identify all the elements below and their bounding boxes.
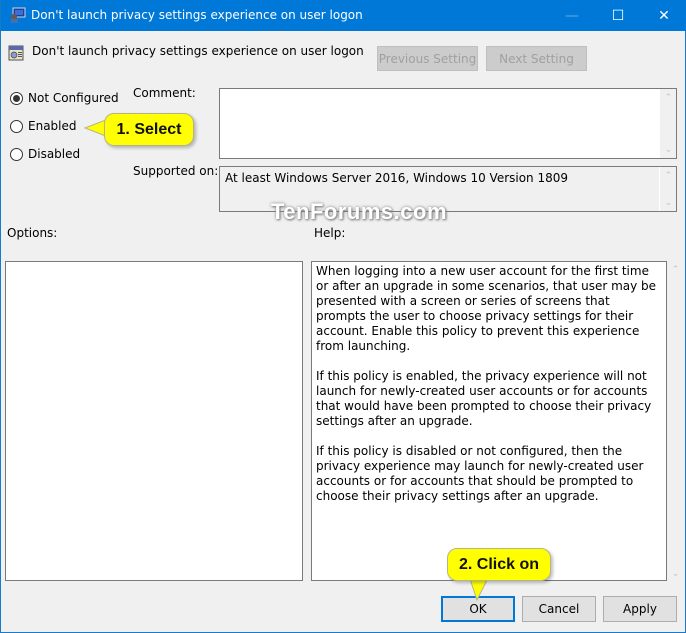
minimize-icon: — [565,7,579,24]
title-bar[interactable]: Don't launch privacy settings experience… [1,0,686,31]
options-panel [5,261,303,581]
apply-button[interactable]: Apply [603,596,677,622]
radio-label: Not Configured [28,91,119,105]
help-text: When logging into a new user account for… [312,262,666,504]
close-icon: ✕ [658,7,670,24]
previous-setting-button[interactable]: Previous Setting [377,46,478,71]
radio-label: Disabled [28,147,81,161]
help-scrollbar[interactable]: ⌃ ⌄ [667,261,684,581]
policy-setting-icon [8,45,24,61]
options-label: Options: [7,226,58,240]
help-panel: When logging into a new user account for… [311,261,667,581]
callout-click-on: 2. Click on [447,548,551,581]
help-paragraph: If this policy is enabled, the privacy e… [316,369,652,428]
policy-name: Don't launch privacy settings experience… [32,44,364,58]
radio-button[interactable] [10,147,23,161]
help-label: Help: [314,226,346,240]
scroll-down-icon[interactable]: ⌄ [667,569,684,579]
comment-scrollbar[interactable]: ⌃ ⌄ [659,89,676,158]
window-title: Don't launch privacy settings experience… [31,8,363,22]
maximize-button[interactable]: ☐ [595,0,641,31]
comment-label: Comment: [133,86,196,100]
close-button[interactable]: ✕ [641,0,686,31]
callout-select: 1. Select [104,113,194,146]
scroll-up-icon[interactable]: ⌃ [660,89,677,106]
help-paragraph: If this policy is disabled or not config… [316,444,644,503]
comment-textarea[interactable]: ⌃ ⌄ [219,88,677,159]
scroll-up-icon[interactable]: ⌃ [660,167,677,184]
radio-button-checked[interactable] [10,91,23,105]
radio-label: Enabled [28,119,77,133]
group-policy-app-icon [11,7,26,23]
cancel-button[interactable]: Cancel [522,596,596,622]
scroll-down-icon[interactable]: ⌄ [660,141,677,158]
radio-not-configured[interactable]: Not Configured [10,91,119,105]
supported-on-label: Supported on: [133,164,219,178]
supported-scrollbar[interactable]: ⌃ ⌄ [659,167,676,211]
radio-enabled[interactable]: Enabled [10,119,77,133]
maximize-icon: ☐ [611,7,625,24]
supported-on-value: At least Windows Server 2016, Windows 10… [225,171,569,185]
next-setting-button[interactable]: Next Setting [486,46,587,71]
scroll-up-icon[interactable]: ⌃ [667,265,684,275]
minimize-button[interactable]: — [549,0,595,31]
radio-disabled[interactable]: Disabled [10,147,80,161]
help-paragraph: When logging into a new user account for… [316,264,657,353]
policy-dialog: Don't launch privacy settings experience… [0,0,686,633]
watermark: TenForums.com [271,199,448,224]
scroll-down-icon[interactable]: ⌄ [660,194,677,211]
radio-button[interactable] [10,119,23,133]
